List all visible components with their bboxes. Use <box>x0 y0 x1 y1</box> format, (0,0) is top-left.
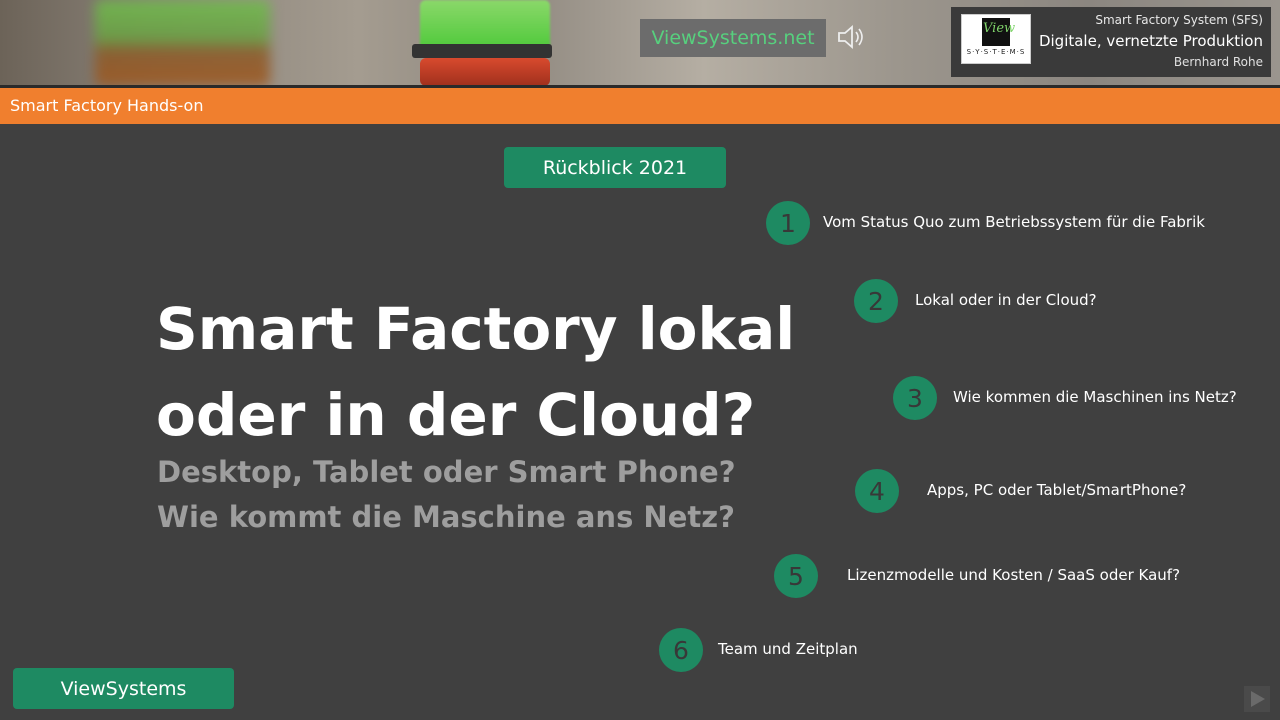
viewsystems-footer-pill[interactable]: ViewSystems <box>13 668 234 709</box>
subtitle-line-2: Wie kommt die Maschine ans Netz? <box>157 500 735 534</box>
info-system-name: Smart Factory System (SFS) <box>1095 13 1263 27</box>
viewsystems-logo: View S·Y·S·T·E·M·S <box>961 14 1031 64</box>
next-arrow-icon[interactable] <box>1244 686 1270 712</box>
section-banner: Smart Factory Hands-on <box>0 88 1280 124</box>
signal-lamp-green <box>420 0 550 50</box>
review-pill: Rückblick 2021 <box>504 147 726 188</box>
info-author: Bernhard Rohe <box>1173 55 1263 69</box>
agenda-label-1: Vom Status Quo zum Betriebssystem für di… <box>823 213 1205 231</box>
signal-lamp-blurred <box>95 0 270 86</box>
title-line-2: oder in der Cloud? <box>156 381 756 449</box>
agenda-number-4: 4 <box>855 469 899 513</box>
agenda-label-5: Lizenzmodelle und Kosten / SaaS oder Kau… <box>847 566 1181 584</box>
agenda-label-2: Lokal oder in der Cloud? <box>915 291 1097 309</box>
agenda-label-3: Wie kommen die Maschinen ins Netz? <box>953 388 1237 406</box>
agenda-number-5: 5 <box>774 554 818 598</box>
agenda-number-6: 6 <box>659 628 703 672</box>
logo-subtext: S·Y·S·T·E·M·S <box>966 48 1026 56</box>
info-topic: Digitale, vernetzte Produktion <box>1038 32 1263 50</box>
presenter-info-box: View S·Y·S·T·E·M·S Smart Factory System … <box>951 7 1271 77</box>
agenda-number-2: 2 <box>854 279 898 323</box>
agenda-number-3: 3 <box>893 376 937 420</box>
agenda-label-6: Team und Zeitplan <box>718 640 858 658</box>
site-badge[interactable]: ViewSystems.net <box>640 19 826 57</box>
speaker-icon[interactable] <box>836 22 866 52</box>
signal-lamp-ring <box>412 44 552 58</box>
agenda-number-1: 1 <box>766 201 810 245</box>
title-line-1: Smart Factory lokal <box>156 295 796 363</box>
signal-lamp-red <box>420 58 550 86</box>
subtitle-line-1: Desktop, Tablet oder Smart Phone? <box>157 455 736 489</box>
logo-text: View <box>983 21 1016 36</box>
slide-title: Smart Factory lokal oder in der Cloud? <box>156 286 795 458</box>
header-photo: ViewSystems.net View S·Y·S·T·E·M·S Smart… <box>0 0 1280 86</box>
agenda-label-4: Apps, PC oder Tablet/SmartPhone? <box>927 481 1187 499</box>
